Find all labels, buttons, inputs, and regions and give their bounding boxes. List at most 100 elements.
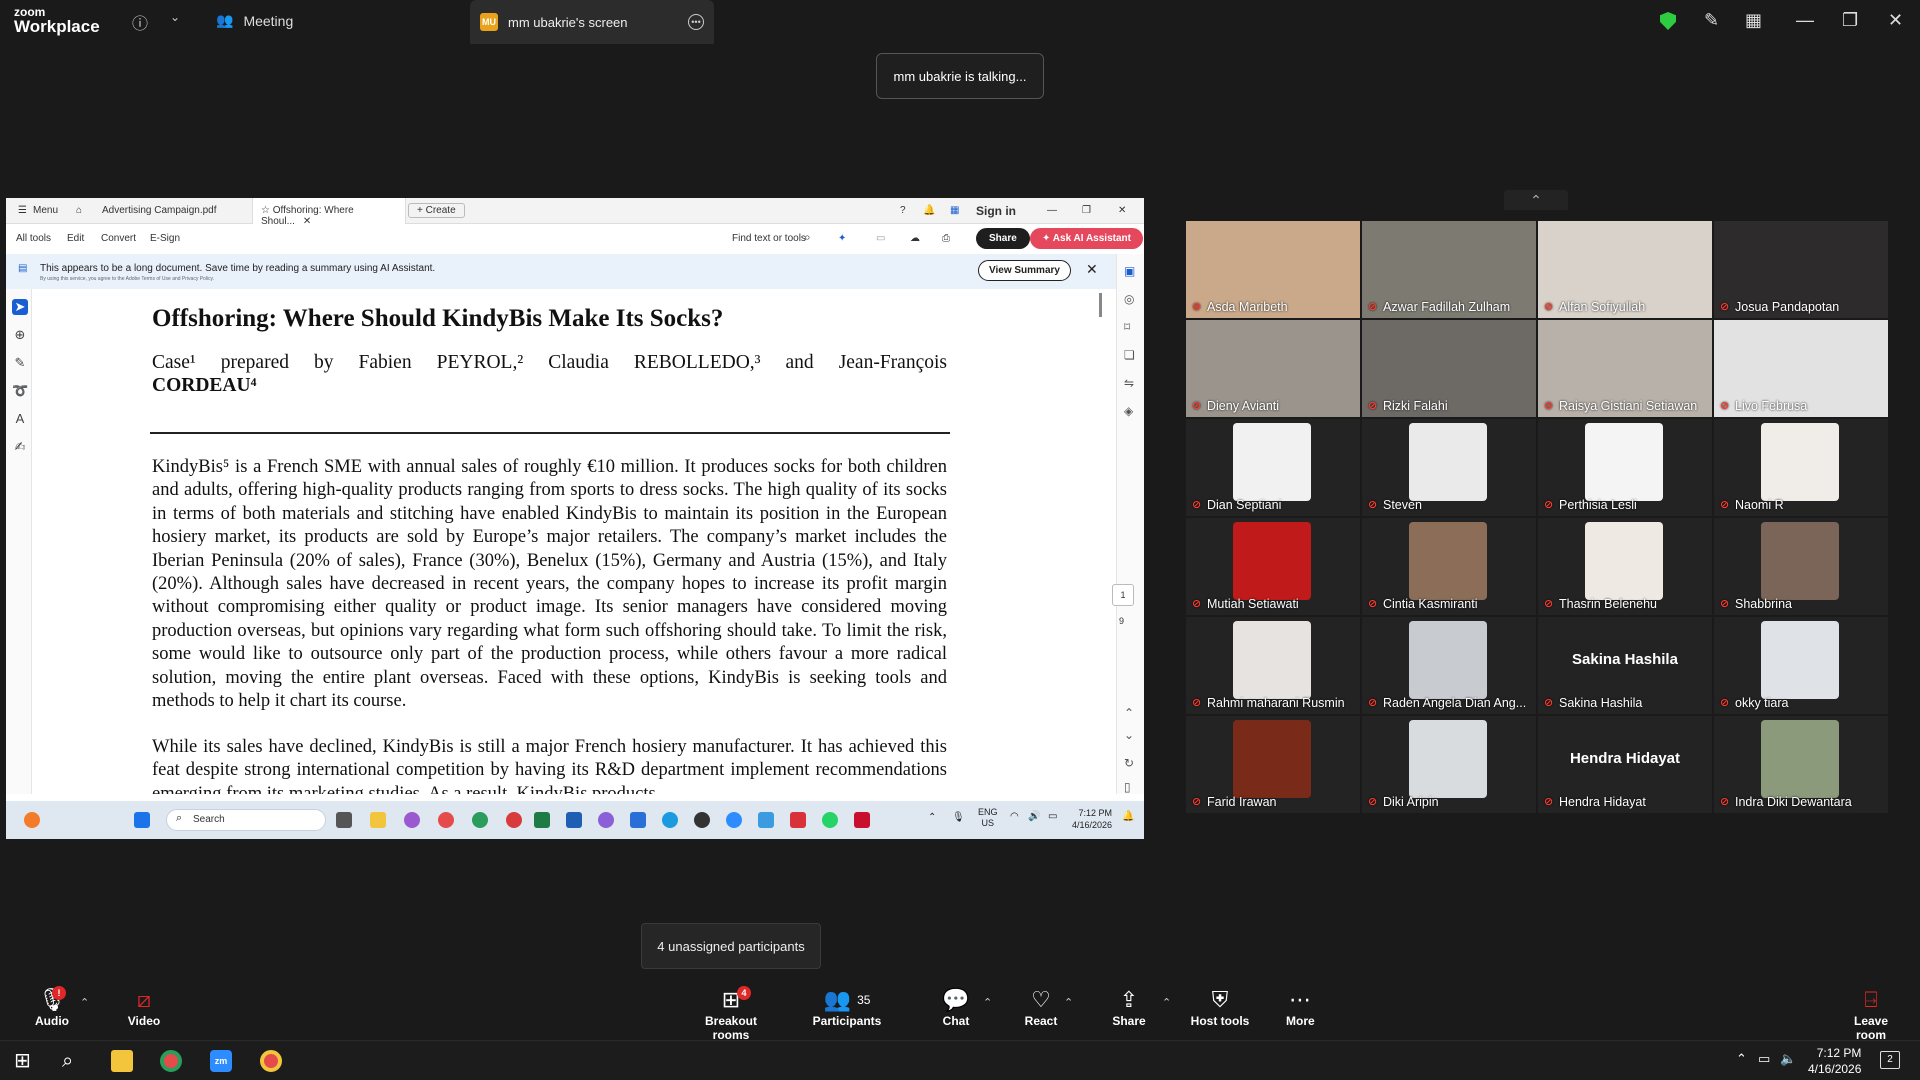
windows-start-icon[interactable]: ⊞ xyxy=(14,1050,36,1072)
audio-button[interactable]: 🎙 Audio ! xyxy=(30,986,74,1028)
participant-tile[interactable]: ⊘ Rizki Falahi xyxy=(1362,320,1536,417)
chrome-icon[interactable] xyxy=(438,812,454,828)
info-icon[interactable]: ⓘ xyxy=(132,10,148,34)
tray-chevron-icon[interactable]: ⌃ xyxy=(1736,1051,1747,1067)
security-shield-icon[interactable] xyxy=(1660,12,1676,30)
sign-in-button[interactable]: Sign in xyxy=(976,204,1016,218)
chat-button[interactable]: 💬 Chat xyxy=(940,986,972,1028)
save-icon[interactable]: ▭ xyxy=(876,233,885,244)
language-indicator[interactable]: ENG US xyxy=(978,807,998,829)
react-button[interactable]: ♡ React xyxy=(1024,986,1058,1028)
signature-icon[interactable]: ✍ xyxy=(12,439,28,455)
windows-start-icon[interactable] xyxy=(134,812,150,828)
layers-icon[interactable]: ◈ xyxy=(1124,404,1133,418)
help-icon[interactable]: ? xyxy=(900,205,906,216)
convert-button[interactable]: Convert xyxy=(101,233,136,244)
banner-close-icon[interactable]: ✕ xyxy=(1086,261,1098,278)
ai-sparkle-icon[interactable]: ✦ xyxy=(838,233,846,244)
share-options-caret-icon[interactable]: ⌃ xyxy=(1162,996,1171,1009)
print-icon[interactable]: ⎙ xyxy=(942,233,950,244)
share-screen-button[interactable]: ⇪ Share xyxy=(1110,986,1148,1028)
notification-icon[interactable]: 🔔 xyxy=(1122,811,1134,822)
participant-tile[interactable]: ⊘ Farid Irawan xyxy=(1186,716,1360,813)
copilot-icon[interactable] xyxy=(404,812,420,828)
star-icon[interactable]: ☆ xyxy=(261,205,273,216)
participant-tile[interactable]: ⊘ Asda Maribeth xyxy=(1186,221,1360,318)
participants-button[interactable]: 👥 35 Participants xyxy=(812,986,882,1028)
tab-advertising-campaign[interactable]: Advertising Campaign.pdf xyxy=(102,205,217,216)
select-cursor-icon[interactable]: ➤ xyxy=(12,299,28,315)
create-tab-button[interactable]: + Create xyxy=(408,203,465,218)
chevron-up-icon[interactable]: ⌃ xyxy=(1124,706,1134,720)
chat-options-caret-icon[interactable]: ⌃ xyxy=(983,996,992,1009)
search-icon[interactable]: ⌕ xyxy=(62,1050,84,1072)
participant-tile[interactable]: ⊘ okky tiara xyxy=(1714,617,1888,714)
bell-icon[interactable]: 🔔 xyxy=(923,205,935,216)
file-explorer-icon[interactable] xyxy=(370,812,386,828)
gallery-collapse-chevron-icon[interactable]: ⌃ xyxy=(1504,190,1568,210)
participant-tile[interactable]: ⊘ Dieny Avianti xyxy=(1186,320,1360,417)
view-layout-icon[interactable]: ▦ xyxy=(1745,10,1762,31)
audio-options-caret-icon[interactable]: ⌃ xyxy=(80,996,89,1009)
battery-icon[interactable]: ▭ xyxy=(1048,811,1057,822)
participant-tile[interactable]: ⊘ Cintia Kasmiranti xyxy=(1362,518,1536,615)
pages-icon[interactable]: ❏ xyxy=(1124,348,1135,362)
shared-screen[interactable]: ☰ Menu ⌂ Advertising Campaign.pdf ☆ Offs… xyxy=(6,198,1144,839)
participant-tile[interactable]: ⊘ Azwar Fadillah Zulham xyxy=(1362,221,1536,318)
zoom-app-icon[interactable]: zm xyxy=(210,1050,232,1072)
participant-tile[interactable]: ⊘ Diki Aripin xyxy=(1362,716,1536,813)
participant-tile[interactable]: ⊘ Rahmi maharani Rusmin xyxy=(1186,617,1360,714)
screen-share-tab[interactable]: MU mm ubakrie's screen ••• xyxy=(470,0,714,44)
close-icon[interactable]: ✕ xyxy=(1888,10,1903,31)
find-tools-field[interactable]: Find text or tools xyxy=(732,233,806,244)
participant-tile[interactable]: ⊘ Dian Septiani xyxy=(1186,419,1360,516)
more-options-icon[interactable]: ••• xyxy=(688,14,704,30)
apps-grid-icon[interactable]: ▦ xyxy=(950,205,959,216)
breakout-rooms-button[interactable]: ⊞ Breakout rooms 4 xyxy=(686,986,776,1042)
weather-icon[interactable] xyxy=(24,812,40,828)
current-page-field[interactable]: 1 xyxy=(1112,584,1134,606)
chrome-profile-icon[interactable] xyxy=(260,1050,282,1072)
participant-tile[interactable]: ⊘ Livo Februsa xyxy=(1714,320,1888,417)
menu-icon[interactable]: ☰ xyxy=(18,205,27,216)
home-icon[interactable]: ⌂ xyxy=(76,205,82,216)
minimize-icon[interactable]: — xyxy=(1047,205,1057,216)
participant-tile[interactable]: ⊘ Indra Diki Dewantara xyxy=(1714,716,1888,813)
share-button[interactable]: Share xyxy=(976,228,1030,249)
participant-tile[interactable]: ⊘ Raisya Gistiani Setiawan xyxy=(1538,320,1712,417)
page-fit-icon[interactable]: ▯ xyxy=(1124,780,1131,794)
video-button[interactable]: ⧄ Video xyxy=(122,986,166,1028)
leave-room-button[interactable]: ⍈ Leave room xyxy=(1838,986,1904,1042)
app-icon[interactable] xyxy=(506,812,522,828)
link-icon[interactable]: ⇋ xyxy=(1124,376,1134,390)
participant-tile[interactable]: ⊘ Raden Angela Dian Ang... xyxy=(1362,617,1536,714)
edge-browser-icon[interactable] xyxy=(662,812,678,828)
teams-icon[interactable] xyxy=(758,812,774,828)
participant-tile[interactable]: Sakina Hashila ⊘ Sakina Hashila xyxy=(1538,617,1712,714)
pen-tool-icon[interactable]: ✎ xyxy=(12,355,28,371)
participant-tile[interactable]: ⊘ Naomi R xyxy=(1714,419,1888,516)
esign-button[interactable]: E-Sign xyxy=(150,233,180,244)
zoom-tool-icon[interactable]: ⊕ xyxy=(12,327,28,343)
all-tools-button[interactable]: All tools xyxy=(16,233,51,244)
remote-clock[interactable]: 7:12 PM 4/16/2026 xyxy=(1072,807,1112,831)
zoom-app-icon[interactable] xyxy=(726,812,742,828)
restore-icon[interactable]: ❐ xyxy=(1842,10,1858,31)
ai-panel-icon[interactable]: ▣ xyxy=(1124,264,1135,278)
search-icon[interactable]: ⌕ xyxy=(804,230,811,245)
upload-cloud-icon[interactable]: ☁ xyxy=(910,233,920,244)
minimize-icon[interactable]: — xyxy=(1796,10,1814,31)
tab-offshoring[interactable]: ☆ Offshoring: Where Shoul... ✕ xyxy=(252,198,406,227)
system-clock[interactable]: 7:12 PM 4/16/2026 xyxy=(1808,1045,1861,1077)
edge-icon[interactable] xyxy=(472,812,488,828)
outlook-icon[interactable] xyxy=(630,812,646,828)
participant-tile[interactable]: ⊘ Steven xyxy=(1362,419,1536,516)
participant-tile[interactable]: ⊘ Josua Pandapotan xyxy=(1714,221,1888,318)
host-tools-button[interactable]: ⛨ Host tools xyxy=(1190,986,1250,1028)
participant-tile[interactable]: ⊘ Alfan Sofiyullah xyxy=(1538,221,1712,318)
chevron-down-icon[interactable]: ⌄ xyxy=(170,10,180,24)
text-box-icon[interactable]: A xyxy=(12,411,28,427)
view-summary-button[interactable]: View Summary xyxy=(978,260,1071,281)
volume-icon[interactable]: 🔈 xyxy=(1780,1051,1796,1067)
participant-tile[interactable]: ⊘ Mutiah Setiawati xyxy=(1186,518,1360,615)
